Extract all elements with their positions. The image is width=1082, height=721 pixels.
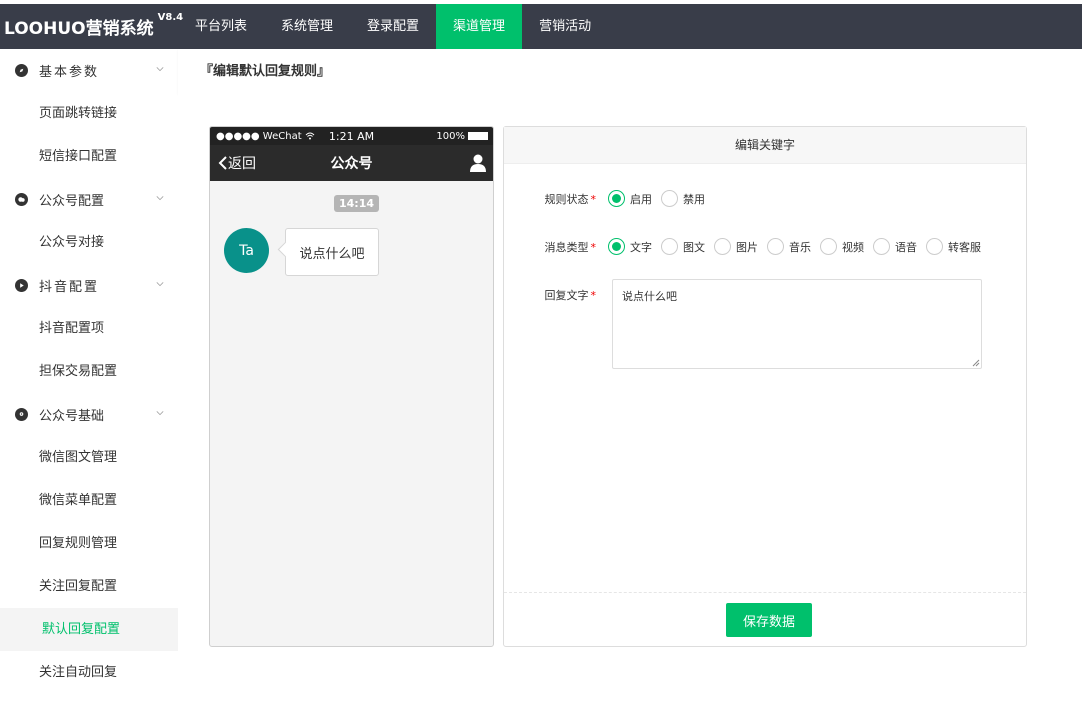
phone-chat-body: 14:14 Ta 说点什么吧 bbox=[210, 181, 493, 646]
sidebar-item-douyin-config-items[interactable]: 抖音配置项 bbox=[0, 307, 178, 350]
sidebar-item-follow-auto-reply[interactable]: 关注自动回复 bbox=[0, 651, 178, 694]
phone-status-bar: ●●●●● WeChat 1:21 AM 100% bbox=[210, 127, 493, 145]
top-nav: 平台列表 系统管理 登录配置 渠道管理 营销活动 bbox=[178, 4, 608, 49]
radio-type-voice[interactable]: 语音 bbox=[873, 238, 917, 255]
message-type-row: 消息类型 * 文字 图文 图片 音乐 视频 语音 转客服 bbox=[504, 238, 990, 255]
sidebar: 基本参数 页面跳转链接 短信接口配置 公众号配置 公众号对接 抖音配置 抖音配置… bbox=[0, 49, 178, 721]
top-navbar: LOOHUO营销系统 V8.4 平台列表 系统管理 登录配置 渠道管理 营销活动 bbox=[0, 4, 1082, 49]
radio-type-video[interactable]: 视频 bbox=[820, 238, 864, 255]
chevron-down-icon bbox=[156, 196, 164, 201]
phone-title: 公众号 bbox=[330, 156, 373, 172]
breadcrumb: 『编辑默认回复规则』 bbox=[178, 49, 1082, 94]
play-icon bbox=[15, 279, 28, 292]
reply-text-label: 回复文字 * bbox=[544, 289, 597, 302]
radio-type-customer-service[interactable]: 转客服 bbox=[926, 238, 981, 255]
sidebar-item-page-redirect-link[interactable]: 页面跳转链接 bbox=[0, 92, 178, 135]
sidebar-group-label: 基本参数 bbox=[39, 65, 100, 80]
radio-type-text[interactable]: 文字 bbox=[608, 238, 652, 255]
chat-bubble: 说点什么吧 bbox=[285, 228, 379, 276]
sidebar-group-label: 公众号配置 bbox=[39, 194, 105, 209]
chevron-down-icon bbox=[156, 67, 164, 72]
sidebar-item-wechat-menu-config[interactable]: 微信菜单配置 bbox=[0, 479, 178, 522]
radio-status-enabled[interactable]: 启用 bbox=[608, 190, 652, 207]
sidebar-group-official-account-basics[interactable]: 公众号基础 bbox=[0, 393, 178, 436]
panel-title: 编辑关键字 bbox=[504, 127, 1026, 164]
panel-footer: 保存数据 bbox=[504, 592, 1026, 646]
message-type-label: 消息类型 * bbox=[544, 240, 597, 254]
reply-text-value: 说点什么吧 bbox=[622, 290, 677, 303]
app-logo-text: LOOHUO营销系统 bbox=[4, 19, 154, 39]
sidebar-group-label: 公众号基础 bbox=[39, 409, 105, 424]
sidebar-item-guaranteed-transaction-config[interactable]: 担保交易配置 bbox=[0, 350, 178, 393]
user-icon[interactable] bbox=[470, 154, 486, 172]
phone-preview: ●●●●● WeChat 1:21 AM 100% 返回 公众号 14:14 T… bbox=[209, 126, 494, 647]
nav-item-channel-management[interactable]: 渠道管理 bbox=[436, 4, 523, 49]
radio-status-disabled[interactable]: 禁用 bbox=[661, 190, 705, 207]
chevron-down-icon bbox=[156, 282, 164, 287]
wechat-icon bbox=[15, 193, 28, 206]
rule-status-label: 规则状态 * bbox=[544, 192, 597, 206]
edit-keyword-panel: 编辑关键字 规则状态 * 启用 禁用 消息类型 * 文字 图文 图片 音乐 视频 语… bbox=[503, 126, 1027, 647]
nav-item-platform-list[interactable]: 平台列表 bbox=[178, 4, 264, 49]
save-button[interactable]: 保存数据 bbox=[726, 603, 812, 637]
nav-item-system-management[interactable]: 系统管理 bbox=[264, 4, 350, 49]
battery-icon bbox=[468, 132, 488, 140]
sidebar-item-reply-rule-management[interactable]: 回复规则管理 bbox=[0, 522, 178, 565]
radio-type-image[interactable]: 图片 bbox=[714, 238, 758, 255]
message-time-badge: 14:14 bbox=[334, 195, 380, 212]
location-icon bbox=[15, 408, 28, 421]
rule-status-row: 规则状态 * 启用 禁用 bbox=[504, 190, 714, 207]
nav-item-login-config[interactable]: 登录配置 bbox=[350, 4, 436, 49]
sidebar-group-official-account-config[interactable]: 公众号配置 bbox=[0, 178, 178, 221]
content-area: ●●●●● WeChat 1:21 AM 100% 返回 公众号 14:14 T… bbox=[178, 94, 1082, 721]
sidebar-item-sms-interface-config[interactable]: 短信接口配置 bbox=[0, 135, 178, 178]
compass-icon bbox=[15, 64, 28, 77]
sidebar-group-label: 抖音配置 bbox=[39, 280, 100, 295]
phone-battery-level: 100% bbox=[436, 130, 465, 142]
main-area: 『编辑默认回复规则』 ●●●●● WeChat 1:21 AM 100% 返回 bbox=[178, 49, 1082, 721]
radio-type-article[interactable]: 图文 bbox=[661, 238, 705, 255]
sidebar-item-official-account-integration[interactable]: 公众号对接 bbox=[0, 221, 178, 264]
reply-text-row: 回复文字 * bbox=[504, 287, 608, 303]
radio-type-music[interactable]: 音乐 bbox=[767, 238, 811, 255]
sidebar-group-douyin-config[interactable]: 抖音配置 bbox=[0, 264, 178, 307]
phone-header: 返回 公众号 bbox=[210, 145, 493, 181]
sidebar-item-default-reply-config[interactable]: 默认回复配置 bbox=[0, 608, 178, 651]
chevron-down-icon bbox=[156, 411, 164, 416]
sidebar-item-follow-reply-config[interactable]: 关注回复配置 bbox=[0, 565, 178, 608]
resize-grip-icon[interactable] bbox=[971, 358, 980, 367]
app-logo[interactable]: LOOHUO营销系统 V8.4 bbox=[0, 12, 183, 39]
reply-text-input[interactable]: 说点什么吧 bbox=[612, 279, 982, 369]
nav-item-marketing-activity[interactable]: 营销活动 bbox=[522, 4, 608, 49]
avatar: Ta bbox=[224, 228, 269, 273]
sidebar-item-wechat-article-management[interactable]: 微信图文管理 bbox=[0, 436, 178, 479]
sidebar-group-basic-params[interactable]: 基本参数 bbox=[0, 49, 178, 92]
